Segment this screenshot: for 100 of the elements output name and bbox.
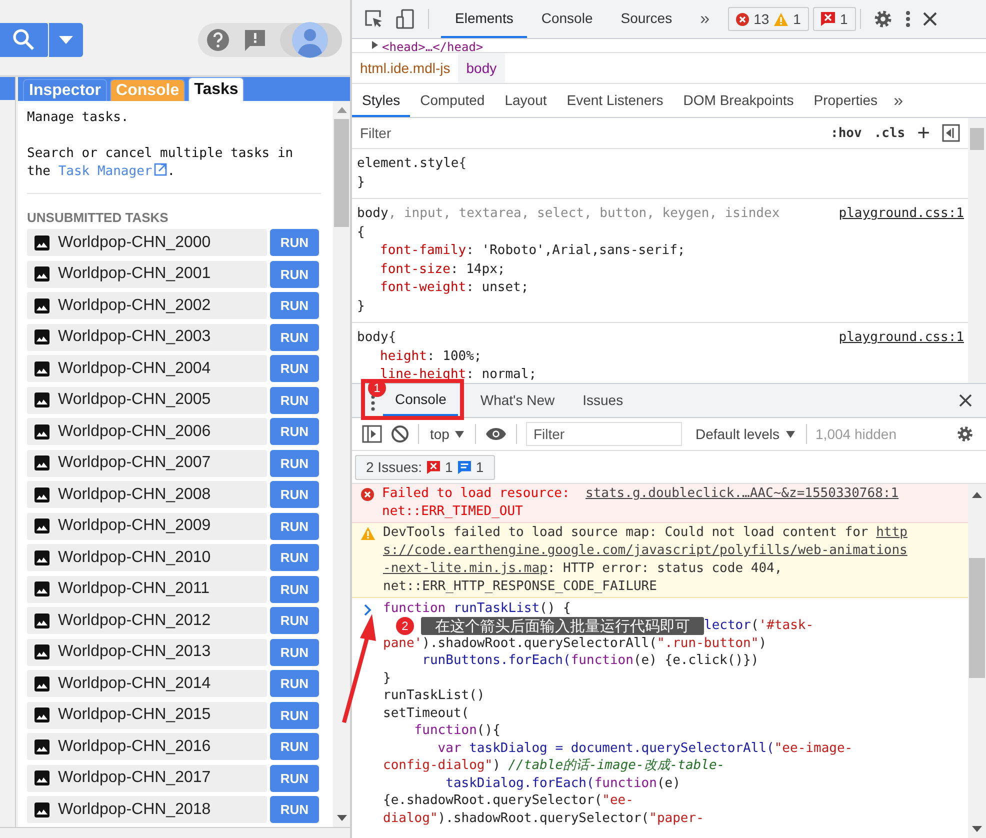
run-button[interactable]: RUN <box>270 607 319 634</box>
more-options-icon[interactable] <box>371 395 375 411</box>
sidebar-tab[interactable]: Properties <box>804 84 888 117</box>
source-link[interactable]: playground.css:1 <box>838 205 964 224</box>
drawer-tab[interactable]: What's New <box>468 384 567 417</box>
dropdown-button[interactable] <box>49 22 83 56</box>
devtools-tab[interactable]: Sources <box>606 0 686 38</box>
clear-icon[interactable] <box>391 425 409 443</box>
source-link[interactable]: playground.css:1 <box>838 329 964 348</box>
run-button[interactable]: RUN <box>270 544 319 571</box>
task-item[interactable]: Worldpop-CHN_2003 <box>27 324 267 350</box>
help-icon[interactable] <box>206 28 230 52</box>
run-button[interactable]: RUN <box>270 260 319 288</box>
settings-icon[interactable] <box>872 9 893 29</box>
inspect-icon[interactable] <box>364 9 384 29</box>
run-button[interactable]: RUN <box>270 670 319 697</box>
close-icon[interactable] <box>959 394 972 407</box>
run-button[interactable]: RUN <box>270 481 319 508</box>
close-icon[interactable] <box>922 12 937 26</box>
issues-button[interactable]: 2 Issues: 1 1 <box>355 454 495 480</box>
scroll-thumb[interactable] <box>970 128 984 150</box>
sidebar-tab[interactable]: Event Listeners <box>556 84 674 117</box>
task-item[interactable]: Worldpop-CHN_2001 <box>27 260 267 288</box>
message-link[interactable]: -next-lite.min.js.map <box>383 561 548 576</box>
filter-field[interactable]: Filter <box>526 422 682 446</box>
hov-toggle[interactable]: :hov <box>830 126 862 140</box>
search-button[interactable] <box>0 22 48 56</box>
cls-toggle[interactable]: .cls <box>874 126 906 140</box>
task-item[interactable]: Worldpop-CHN_2017 <box>27 764 267 792</box>
run-button[interactable]: RUN <box>270 450 319 476</box>
scroll-down-icon[interactable] <box>336 815 346 821</box>
drawer-tab[interactable]: Issues <box>570 384 636 417</box>
scrollbar[interactable] <box>333 101 350 827</box>
feedback-icon[interactable] <box>243 28 267 52</box>
run-button[interactable]: RUN <box>270 418 319 445</box>
task-item[interactable]: Worldpop-CHN_2012 <box>27 607 267 634</box>
sidebar-toggle-icon[interactable] <box>942 124 960 142</box>
run-button[interactable]: RUN <box>270 512 319 540</box>
task-item[interactable]: Worldpop-CHN_2015 <box>27 702 267 728</box>
task-item[interactable]: Worldpop-CHN_2007 <box>27 450 267 476</box>
scroll-thumb[interactable] <box>334 119 349 227</box>
message-link[interactable]: s://code.earthengine.google.com/javascript/polyfills/web-animations <box>383 543 908 558</box>
sidebar-tab[interactable]: Computed <box>410 84 495 117</box>
run-button[interactable]: RUN <box>270 733 319 760</box>
more-options-icon[interactable] <box>904 10 911 28</box>
avatar-icon[interactable] <box>292 22 328 58</box>
settings-icon[interactable] <box>956 425 974 443</box>
drawer-tab[interactable]: Console <box>383 383 458 416</box>
devtools-tab[interactable]: Elements <box>441 0 528 38</box>
eye-icon[interactable] <box>485 427 508 441</box>
scroll-down-icon[interactable] <box>972 826 982 832</box>
scrollbar[interactable] <box>968 118 986 383</box>
breadcrumb[interactable]: html.ide.mdl-js <box>352 53 458 83</box>
new-rule-button[interactable]: + <box>917 120 930 146</box>
task-item[interactable]: Worldpop-CHN_2016 <box>27 733 267 760</box>
panel-tab[interactable]: Inspector <box>23 79 108 101</box>
scroll-up-icon[interactable] <box>972 492 982 498</box>
run-button[interactable]: RUN <box>270 638 319 666</box>
run-button[interactable]: RUN <box>270 764 319 792</box>
task-item[interactable]: Worldpop-CHN_2000 <box>27 229 267 256</box>
message-link[interactable]: http <box>876 525 908 540</box>
task-item[interactable]: Worldpop-CHN_2008 <box>27 481 267 508</box>
sidebar-tab[interactable]: Styles <box>352 84 410 117</box>
more-tabs-button[interactable]: » <box>888 84 910 117</box>
context-dropdown[interactable]: top <box>428 426 466 442</box>
scrollbar[interactable] <box>968 484 986 838</box>
run-button[interactable]: RUN <box>270 324 319 350</box>
sidebar-tab[interactable]: Layout <box>494 84 557 117</box>
more-tabs-button[interactable]: » <box>694 9 716 29</box>
task-item[interactable]: Worldpop-CHN_2013 <box>27 638 267 666</box>
task-item[interactable]: Worldpop-CHN_2011 <box>27 576 267 602</box>
task-item[interactable]: Worldpop-CHN_2002 <box>27 292 267 319</box>
panel-tab[interactable]: Tasks <box>188 77 244 101</box>
breadcrumb[interactable]: body <box>458 53 505 83</box>
error-count-button[interactable]: 13 1 <box>728 7 809 31</box>
run-button[interactable]: RUN <box>270 576 319 602</box>
run-button[interactable]: RUN <box>270 796 319 823</box>
task-item[interactable]: Worldpop-CHN_2009 <box>27 512 267 540</box>
message-link[interactable]: stats.g.doubleclick.…AAC~&z=1550330768:1 <box>586 486 899 501</box>
run-button[interactable]: RUN <box>270 292 319 319</box>
code-line: } <box>383 670 391 688</box>
scroll-thumb[interactable] <box>969 558 985 678</box>
task-item[interactable]: Worldpop-CHN_2005 <box>27 386 267 414</box>
run-button[interactable]: RUN <box>270 386 319 414</box>
run-button[interactable]: RUN <box>270 702 319 728</box>
dom-node[interactable]: <head>…</head> <box>382 40 484 52</box>
task-item[interactable]: Worldpop-CHN_2006 <box>27 418 267 445</box>
task-item[interactable]: Worldpop-CHN_2010 <box>27 544 267 571</box>
device-icon[interactable] <box>396 9 416 29</box>
run-button[interactable]: RUN <box>270 355 319 382</box>
task-item[interactable]: Worldpop-CHN_2018 <box>27 796 267 823</box>
task-item[interactable]: Worldpop-CHN_2004 <box>27 355 267 382</box>
run-button[interactable]: RUN <box>270 229 319 256</box>
devtools-tab[interactable]: Console <box>527 0 607 38</box>
task-item[interactable]: Worldpop-CHN_2014 <box>27 670 267 697</box>
sidebar-icon[interactable] <box>362 425 382 443</box>
levels-dropdown[interactable]: Default levels <box>693 426 797 442</box>
task-manager-link[interactable]: Task Manager <box>58 164 168 179</box>
sidebar-tab[interactable]: DOM Breakpoints <box>673 84 804 117</box>
issues-count-button[interactable]: 1 <box>812 7 856 31</box>
